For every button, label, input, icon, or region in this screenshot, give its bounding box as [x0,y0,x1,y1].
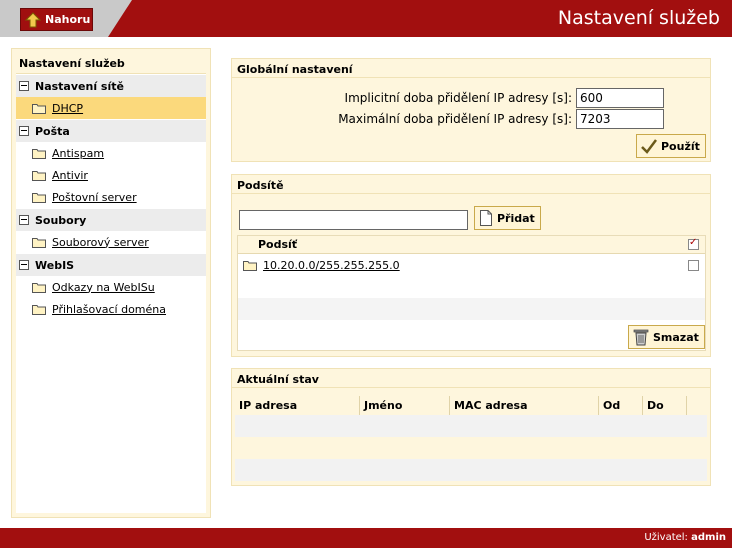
sidebar-item-antispam[interactable]: Antispam [16,142,206,164]
sidebar-item-label[interactable]: Souborový server [52,236,149,249]
sidebar-item-label[interactable]: Přihlašovací doména [52,303,166,316]
sidebar-item-label[interactable]: Antispam [52,147,104,160]
arrow-up-icon [25,11,41,27]
max-lease-input[interactable] [576,109,664,129]
sidebar-item-label[interactable]: Antivir [52,169,88,182]
sidebar-item-dhcp[interactable]: DHCP [16,97,206,119]
empty-row [235,459,707,481]
panel-title: Aktuální stav [232,369,710,388]
column-ip: IP adresa [235,396,360,415]
apply-button[interactable]: Použít [636,134,706,158]
delete-button[interactable]: Smazat [628,325,705,349]
status-panel: Aktuální stav IP adresa Jméno MAC adresa… [231,368,711,486]
column-from: Od [599,396,643,415]
row-checkbox[interactable] [688,259,699,271]
checkmark-icon [641,139,657,154]
table-row[interactable]: 10.20.0.0/255.255.255.0 [238,254,705,276]
sidebar-group-label: Soubory [35,213,87,227]
panel-title: Podsítě [232,175,710,194]
table-header: Podsíť [238,236,705,254]
up-button[interactable]: Nahoru [20,8,93,31]
folder-icon [32,237,46,248]
empty-row [235,415,707,437]
global-settings-panel: Globální nastavení Implicitní doba přidě… [231,58,711,162]
folder-icon [32,170,46,181]
collapse-icon[interactable] [19,215,29,225]
folder-icon [32,304,46,315]
sidebar-group-mail[interactable]: Pošta [16,120,206,142]
collapse-icon[interactable] [19,126,29,136]
sidebar-item-file-server[interactable]: Souborový server [16,231,206,253]
sidebar-group-label: Pošta [35,124,70,138]
status-table: IP adresa Jméno MAC adresa Od Do [235,396,707,481]
default-lease-row: Implicitní doba přidělení IP adresy [s]: [345,88,664,108]
sidebar-title: Nastavení služeb [16,53,206,74]
folder-icon [32,282,46,293]
folder-icon [32,192,46,203]
current-user: Uživatel: admin [644,532,726,543]
folder-icon [243,260,257,271]
subnet-link[interactable]: 10.20.0.0/255.255.255.0 [263,259,688,272]
sidebar-group-network[interactable]: Nastavení sítě [16,75,206,97]
sidebar-inner: Nastavení služeb Nastavení sítě DHCP Poš… [16,53,206,513]
user-label: Uživatel: [644,532,688,543]
max-lease-label: Maximální doba přidělení IP adresy [s]: [338,112,572,126]
sidebar-item-mail-server[interactable]: Poštovní server [16,186,206,208]
column-to: Do [643,396,687,415]
table-header: IP adresa Jméno MAC adresa Od Do [235,396,707,415]
empty-row [238,276,705,298]
page-title: Nastavení služeb [557,7,720,29]
up-button-label: Nahoru [45,13,91,26]
subnet-input[interactable] [239,210,468,230]
sidebar-item-label[interactable]: Odkazy na WebISu [52,281,155,294]
empty-row [238,298,705,320]
sidebar: Nastavení služeb Nastavení sítě DHCP Poš… [11,48,211,518]
sidebar-item-webis-links[interactable]: Odkazy na WebISu [16,276,206,298]
empty-row [235,437,707,459]
select-all-checkbox[interactable] [688,237,699,250]
subnets-panel: Podsítě Přidat Podsíť 10.20.0.0/255.255.… [231,174,711,357]
sidebar-group-files[interactable]: Soubory [16,209,206,231]
sidebar-item-label[interactable]: Poštovní server [52,191,137,204]
sidebar-group-label: Nastavení sítě [35,79,124,93]
footer: Uživatel: admin [0,528,732,548]
user-name: admin [691,532,726,543]
column-mac: MAC adresa [450,396,599,415]
default-lease-label: Implicitní doba přidělení IP adresy [s]: [344,91,572,105]
collapse-icon[interactable] [19,81,29,91]
trash-icon [633,329,649,346]
panel-title: Globální nastavení [232,59,710,78]
app-header: Nahoru Nastavení služeb [0,0,732,37]
column-subnet: Podsíť [258,238,298,251]
folder-icon [32,103,46,114]
folder-icon [32,148,46,159]
add-button[interactable]: Přidat [474,206,541,230]
sidebar-item-login-domain[interactable]: Přihlašovací doména [16,298,206,320]
sidebar-item-label[interactable]: DHCP [52,102,83,115]
collapse-icon[interactable] [19,260,29,270]
max-lease-row: Maximální doba přidělení IP adresy [s]: [338,109,664,129]
default-lease-input[interactable] [576,88,664,108]
sidebar-group-webis[interactable]: WebIS [16,254,206,276]
add-button-label: Přidat [497,211,535,225]
delete-button-label: Smazat [653,330,699,344]
header-notch [108,0,132,37]
sidebar-group-label: WebIS [35,258,75,272]
sidebar-item-antivir[interactable]: Antivir [16,164,206,186]
apply-button-label: Použít [661,139,700,153]
column-name: Jméno [360,396,450,415]
new-document-icon [480,210,492,226]
